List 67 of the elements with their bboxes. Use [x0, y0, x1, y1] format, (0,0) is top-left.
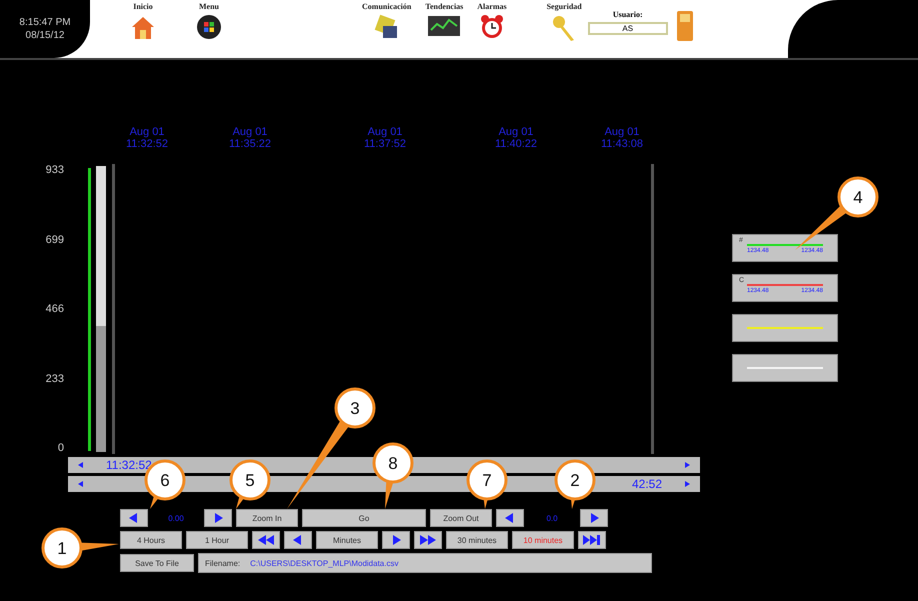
callout: 8: [372, 442, 414, 509]
time-label: 11:32:52: [126, 138, 168, 150]
time-label: Aug 01: [232, 126, 268, 138]
vertical-scrollbar[interactable]: [96, 166, 106, 452]
arrow-button[interactable]: [284, 531, 312, 549]
arrow-button[interactable]: [120, 509, 148, 527]
time-label: Aug 01: [498, 126, 534, 138]
time-label: 11:43:08: [600, 138, 643, 150]
control-button[interactable]: 4 Hours: [120, 531, 182, 549]
arrow-button[interactable]: [578, 531, 606, 549]
time-label: 11:35:22: [228, 138, 271, 150]
scrollbar-time: 11:32:52: [106, 458, 152, 472]
filename-label: Filename:: [205, 558, 240, 568]
rewind-icon: [256, 534, 276, 546]
skip-end-icon: [582, 534, 602, 546]
zoom-readout: 0.00: [167, 514, 185, 522]
nav-button[interactable]: Alarmas: [477, 0, 507, 40]
nav-button[interactable]: Comunicación: [362, 0, 412, 40]
control-button[interactable]: Minutes: [316, 531, 378, 549]
arrow-button[interactable]: [580, 509, 608, 527]
alarm-clock-icon: [478, 14, 505, 40]
nav-button[interactable]: Inicio: [130, 0, 156, 40]
filename-path: C:\USERS\DESKTOP_MLP\Modidata.csv: [250, 558, 398, 568]
nav-button[interactable]: Seguridad: [546, 0, 582, 42]
house-icon: [130, 14, 156, 40]
monitor-icon: [427, 14, 462, 38]
clock-time: 8:15:47 PM: [19, 16, 71, 29]
filename-field[interactable]: Filename: C:\USERS\DESKTOP_MLP\Modidata.csv: [198, 553, 652, 573]
arrow-button[interactable]: [496, 509, 524, 527]
user-label: Usuario:: [612, 10, 643, 19]
time-label: Aug 01: [604, 126, 640, 138]
control-button[interactable]: Zoom Out: [430, 509, 492, 527]
control-button[interactable]: 30 minutes: [446, 531, 508, 549]
arrow-button[interactable]: [252, 531, 280, 549]
tablet-icon[interactable]: [676, 10, 694, 42]
legend-item[interactable]: [732, 354, 838, 382]
axis-label: 466: [46, 303, 64, 315]
zoom-readout: 0.0: [545, 514, 559, 522]
callout: 2: [554, 460, 596, 509]
callout: 5: [230, 460, 270, 509]
clock-date: 08/15/12: [26, 29, 64, 42]
arrow-button[interactable]: [204, 509, 232, 527]
time-label: 11:37:52: [364, 138, 406, 150]
arrow-button[interactable]: [382, 531, 410, 549]
user-field[interactable]: AS: [588, 22, 668, 35]
control-button[interactable]: Zoom In: [236, 509, 298, 527]
callout: 1: [42, 528, 119, 568]
scroll-thumb[interactable]: [96, 166, 106, 326]
nav-button[interactable]: Menu: [196, 0, 222, 40]
time-label: 11:40:22: [494, 138, 537, 150]
legend-item[interactable]: [732, 314, 838, 342]
scrollbar-time: 42:52: [632, 477, 662, 491]
orb-icon: [196, 14, 222, 40]
callout: 7: [466, 460, 508, 509]
callout: 3: [287, 388, 376, 509]
axis-label: 0: [58, 442, 64, 454]
nav-button[interactable]: Tendencias: [425, 0, 464, 38]
arrow-button[interactable]: [414, 531, 442, 549]
axis-label: 699: [46, 234, 64, 246]
time-label: Aug 01: [368, 126, 402, 138]
control-button[interactable]: 1 Hour: [186, 531, 248, 549]
axis-label: 233: [46, 372, 64, 384]
axis-label: 933: [46, 164, 64, 176]
save-button[interactable]: Save To File: [120, 554, 194, 572]
fast-forward-icon: [418, 534, 438, 546]
control-button[interactable]: Go: [302, 509, 426, 527]
time-label: Aug 01: [130, 126, 164, 138]
